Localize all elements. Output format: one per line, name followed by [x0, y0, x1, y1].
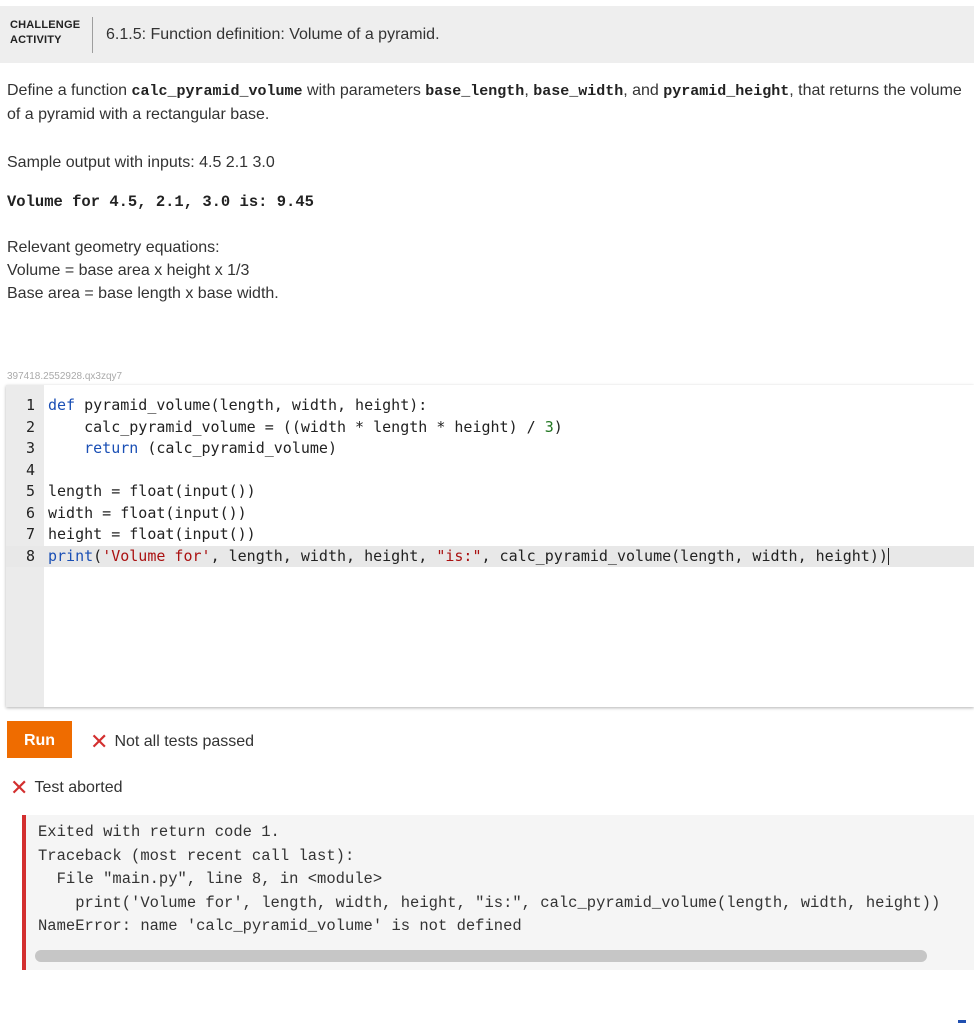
prompt-text: with parameters	[302, 82, 426, 99]
activity-title: 6.1.5: Function definition: Volume of a …	[106, 26, 440, 43]
line-number: 3	[26, 439, 36, 457]
prompt-text: ,	[524, 82, 534, 99]
code-text[interactable]: def pyramid_volume(length, width, height…	[48, 395, 427, 417]
code-line-6[interactable]: 6 width = float(input())	[6, 503, 974, 525]
function-name: calc_pyramid_volume	[131, 83, 303, 100]
header-divider	[92, 17, 93, 53]
activity-header: CHALLENGE ACTIVITY 6.1.5: Function defin…	[0, 6, 974, 63]
output-line: Traceback (most recent call last):	[38, 846, 355, 865]
challenge-activity-tag: CHALLENGE ACTIVITY	[10, 18, 80, 48]
code-line-1[interactable]: 1 def pyramid_volume(length, width, heig…	[6, 395, 974, 417]
sample-output: Volume for 4.5, 2.1, 3.0 is: 9.45	[7, 193, 314, 211]
test-result: ✕ Test aborted	[10, 775, 123, 801]
challenge-id: 397418.2552928.qx3zqy7	[7, 371, 123, 382]
sample-label: Sample output with inputs: 4.5 2.1 3.0	[7, 154, 275, 171]
geometry-line-2: Base area = base length x base width.	[7, 285, 279, 302]
geometry-line-1: Volume = base area x height x 1/3	[7, 262, 250, 279]
code-text[interactable]: length = float(input())	[48, 481, 256, 503]
code-text[interactable]: print('Volume for', length, width, heigh…	[48, 546, 889, 568]
line-number: 5	[26, 482, 36, 500]
param-pyramid-height: pyramid_height	[663, 83, 790, 100]
line-number: 8	[26, 546, 36, 565]
code-text[interactable]: height = float(input())	[48, 524, 256, 546]
code-line-8[interactable]: 8 print('Volume for', length, width, hei…	[6, 545, 974, 568]
code-line-4[interactable]: 4	[6, 460, 974, 482]
horizontal-scrollbar[interactable]	[35, 950, 927, 962]
code-text[interactable]: calc_pyramid_volume = ((width * length *…	[48, 417, 563, 439]
page-corner-marker	[958, 1020, 966, 1023]
prompt-text: , and	[623, 82, 664, 99]
output-line: NameError: name 'calc_pyramid_volume' is…	[38, 917, 522, 935]
x-icon: ✕	[90, 729, 109, 754]
geometry-title: Relevant geometry equations:	[7, 239, 220, 256]
param-base-length: base_length	[425, 83, 525, 100]
output-line: Exited with return code 1.	[38, 823, 280, 841]
x-icon: ✕	[10, 775, 29, 800]
code-editor[interactable]: 1 def pyramid_volume(length, width, heig…	[6, 385, 974, 707]
code-text[interactable]: width = float(input())	[48, 503, 247, 525]
output-line: File "main.py", line 8, in <module>	[38, 870, 383, 888]
param-base-width: base_width	[533, 83, 624, 100]
code-line-3[interactable]: 3 return (calc_pyramid_volume)	[6, 438, 974, 460]
code-line-5[interactable]: 5 length = float(input())	[6, 481, 974, 503]
line-number: 4	[26, 460, 36, 479]
status-text: Not all tests passed	[114, 733, 255, 750]
error-output: Exited with return code 1. Traceback (mo…	[22, 815, 974, 970]
line-number: 2	[26, 417, 36, 436]
run-button[interactable]: Run	[7, 721, 72, 758]
text-cursor	[887, 547, 889, 565]
tag-line-2: ACTIVITY	[10, 34, 62, 46]
line-number: 1	[26, 396, 36, 414]
output-line: print('Volume for', length, width, heigh…	[38, 893, 941, 912]
prompt-paragraph: Define a function calc_pyramid_volume wi…	[7, 79, 967, 126]
line-number: 6	[26, 503, 36, 522]
prompt-text: Define a function	[7, 82, 132, 99]
tag-line-1: CHALLENGE	[10, 19, 81, 31]
code-line-2[interactable]: 2 calc_pyramid_volume = ((width * length…	[6, 417, 974, 439]
test-status: ✕ Not all tests passed	[90, 729, 254, 755]
code-text[interactable]: return (calc_pyramid_volume)	[48, 438, 337, 460]
code-line-7[interactable]: 7 height = float(input())	[6, 524, 974, 546]
line-number: 7	[26, 525, 36, 543]
result-text: Test aborted	[34, 779, 123, 796]
